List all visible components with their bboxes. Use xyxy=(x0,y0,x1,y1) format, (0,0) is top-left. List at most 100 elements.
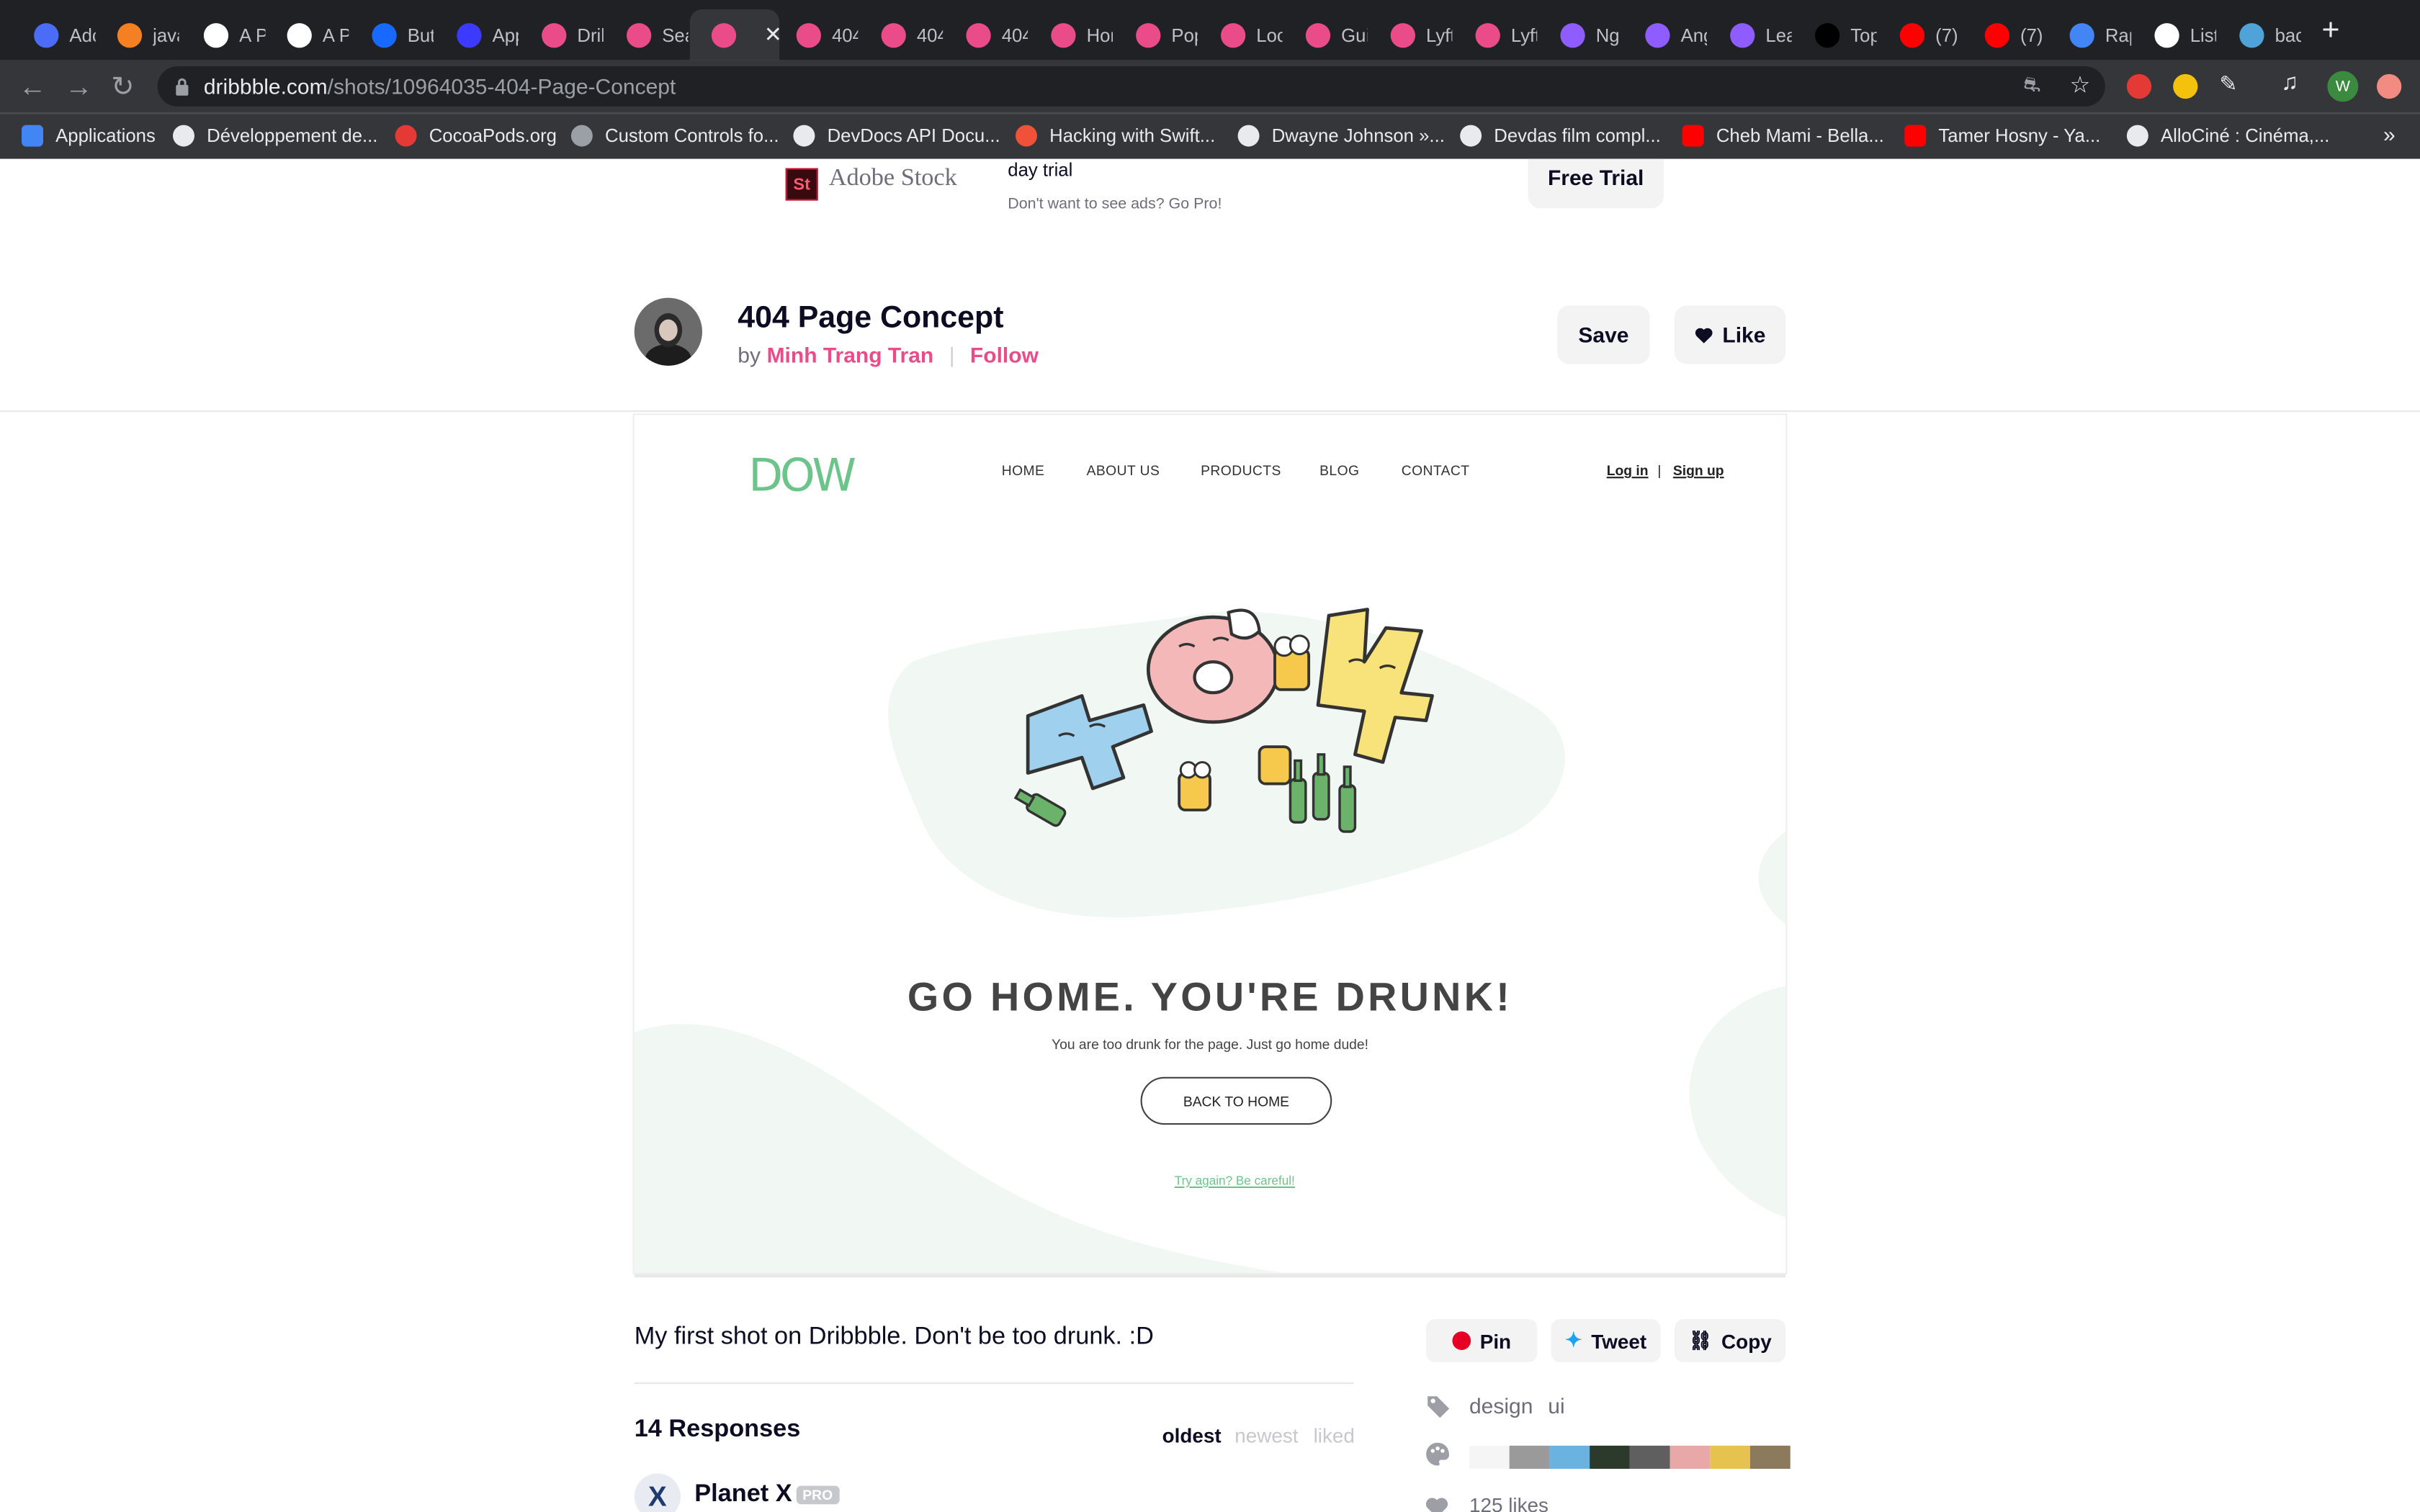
palette-swatch[interactable] xyxy=(1670,1445,1711,1469)
back-arrow-icon[interactable]: ← xyxy=(19,71,47,104)
tag-design[interactable]: design xyxy=(1469,1393,1533,1418)
bookmark-item[interactable]: AlloCiné : Cinéma,... xyxy=(2126,125,2329,147)
extension-icon[interactable] xyxy=(2126,73,2152,99)
mockup-nav-contact[interactable]: CONTACT xyxy=(1402,463,1470,478)
bookmark-item[interactable]: CocoaPods.org xyxy=(395,125,557,147)
pin-button[interactable]: Pin xyxy=(1425,1319,1538,1363)
tweet-button[interactable]: ✦ Tweet xyxy=(1551,1319,1661,1363)
browser-tab[interactable]: App xyxy=(435,9,519,60)
pen-extension-icon[interactable]: ✎ xyxy=(2219,71,2237,97)
mockup-nav-about[interactable]: ABOUT US xyxy=(1087,463,1160,478)
dribbble-icon xyxy=(1136,22,1161,48)
commenter-avatar[interactable]: X xyxy=(634,1473,681,1512)
mockup-nav-products[interactable]: PRODUCTS xyxy=(1201,463,1281,478)
browser-tab[interactable]: Ang xyxy=(1623,9,1707,60)
emoji-extension-icon[interactable] xyxy=(2173,73,2198,99)
bookmark-item[interactable]: Devdas film compl... xyxy=(1460,125,1661,147)
browser-tab[interactable]: Gui xyxy=(1284,9,1368,60)
sort-oldest[interactable]: oldest xyxy=(1162,1424,1222,1447)
browser-tab[interactable]: Lyft xyxy=(1454,9,1537,60)
browser-tab[interactable]: Pop xyxy=(1114,9,1198,60)
bookmark-item[interactable]: DevDocs API Docu... xyxy=(793,125,1000,147)
browser-tab[interactable]: java xyxy=(96,9,179,60)
tab-title: Rap xyxy=(2105,24,2131,46)
palette-swatch[interactable] xyxy=(1549,1445,1590,1469)
follow-link[interactable]: Follow xyxy=(970,343,1039,367)
browser-tab[interactable]: Hor xyxy=(1029,9,1113,60)
browser-tab[interactable]: Ng xyxy=(1538,9,1622,60)
try-again-link[interactable]: Try again? Be careful! xyxy=(635,1174,1786,1188)
palette-swatch[interactable] xyxy=(1710,1445,1750,1469)
browser-tab[interactable]: Rap xyxy=(2048,9,2131,60)
browser-tab[interactable]: 404 xyxy=(944,9,1028,60)
browser-tab[interactable]: 404 xyxy=(860,9,943,60)
palette-swatch[interactable] xyxy=(1509,1445,1550,1469)
bookmark-star-icon[interactable]: ☆ xyxy=(2070,71,2091,99)
palette-swatch[interactable] xyxy=(1469,1445,1510,1469)
dribbble-icon xyxy=(1305,22,1331,48)
author-avatar[interactable] xyxy=(634,297,702,366)
browser-tab[interactable]: Sea xyxy=(605,9,689,60)
browser-tab[interactable]: Loc xyxy=(1199,9,1283,60)
palette-swatch[interactable] xyxy=(1590,1445,1630,1469)
tweet-label: Tweet xyxy=(1591,1329,1647,1353)
browser-tab[interactable]: A P xyxy=(182,9,266,60)
sort-newest[interactable]: newest xyxy=(1234,1424,1298,1447)
browser-tab[interactable]: ✕ xyxy=(689,9,780,60)
browser-tab[interactable]: Drib xyxy=(520,9,604,60)
browser-tab[interactable]: (7) xyxy=(1878,9,1962,60)
globe-icon xyxy=(1237,125,1260,147)
author-link[interactable]: Minh Trang Tran xyxy=(767,343,934,367)
new-tab-button[interactable]: + xyxy=(2322,14,2340,49)
mockup-signup-link[interactable]: Sign up xyxy=(1673,463,1724,478)
bookmark-item[interactable]: Dwayne Johnson »... xyxy=(1237,125,1445,147)
browser-tab[interactable]: Adc xyxy=(12,9,96,60)
translate-icon[interactable]: ⛐ xyxy=(2023,73,2040,101)
browser-tab[interactable]: 404 xyxy=(775,9,858,60)
like-button[interactable]: Like xyxy=(1675,305,1786,364)
bookmark-item[interactable]: Développement de... xyxy=(173,125,377,147)
sort-liked[interactable]: liked xyxy=(1314,1424,1355,1447)
browser-tab[interactable]: Lyft xyxy=(1369,9,1452,60)
browser-tab[interactable]: bac xyxy=(2218,9,2301,60)
palette-swatch[interactable] xyxy=(1629,1445,1670,1469)
back-to-home-button[interactable]: BACK TO HOME xyxy=(1140,1076,1332,1125)
apps-grid-icon xyxy=(22,125,43,147)
menu-icon[interactable] xyxy=(2377,73,2402,99)
swift-icon xyxy=(1016,125,1037,147)
bookmark-item[interactable]: Tamer Hosny - Ya... xyxy=(1904,125,2100,147)
mockup-subline: You are too drunk for the page. Just go … xyxy=(1052,1037,1368,1053)
address-bar[interactable]: dribbble.com/shots/10964035-404-Page-Con… xyxy=(157,66,2105,107)
free-trial-button[interactable]: Free Trial xyxy=(1528,158,1664,209)
browser-tab[interactable]: List xyxy=(2133,9,2216,60)
copy-button[interactable]: ⛓ Copy xyxy=(1675,1319,1786,1363)
shot-image[interactable]: DOW HOME ABOUT US PRODUCTS BLOG CONTACT … xyxy=(634,415,1786,1273)
mockup-nav-home[interactable]: HOME xyxy=(1002,463,1045,478)
browser-tab[interactable]: But xyxy=(350,9,434,60)
save-button[interactable]: Save xyxy=(1557,305,1650,364)
reload-icon[interactable]: ↻ xyxy=(111,71,134,104)
browser-tab[interactable]: Lea xyxy=(1708,9,1792,60)
bookmark-item[interactable]: Custom Controls fo... xyxy=(570,125,779,147)
forward-arrow-icon[interactable]: → xyxy=(65,71,93,104)
commenter-name[interactable]: Planet X xyxy=(694,1481,792,1509)
browser-tab[interactable]: A P xyxy=(266,9,349,60)
cocoapods-icon xyxy=(395,125,417,147)
browser-tab[interactable]: Top xyxy=(1793,9,1877,60)
ad-brand-name: Adobe Stock xyxy=(828,165,957,192)
codepen-icon xyxy=(203,22,229,48)
media-controls-icon[interactable]: ♫ xyxy=(2281,69,2298,95)
bookmarks-overflow-icon[interactable]: » xyxy=(2383,122,2396,146)
profile-avatar[interactable]: W xyxy=(2327,71,2359,102)
mockup-login-link[interactable]: Log in xyxy=(1607,463,1649,478)
tag-ui[interactable]: ui xyxy=(1548,1393,1564,1418)
bookmark-item[interactable]: Hacking with Swift... xyxy=(1016,125,1215,147)
yellow-four-character xyxy=(1316,608,1434,764)
go-pro-link[interactable]: Don't want to see ads? Go Pro! xyxy=(1008,196,1222,213)
mockup-nav-blog[interactable]: BLOG xyxy=(1319,463,1359,478)
green-bottles-group xyxy=(1289,753,1357,833)
bookmark-item[interactable]: Cheb Mami - Bella... xyxy=(1682,125,1884,147)
bookmark-item[interactable]: Applications xyxy=(22,125,156,147)
browser-tab[interactable]: (7) xyxy=(1963,9,2047,60)
palette-swatch[interactable] xyxy=(1750,1445,1791,1469)
